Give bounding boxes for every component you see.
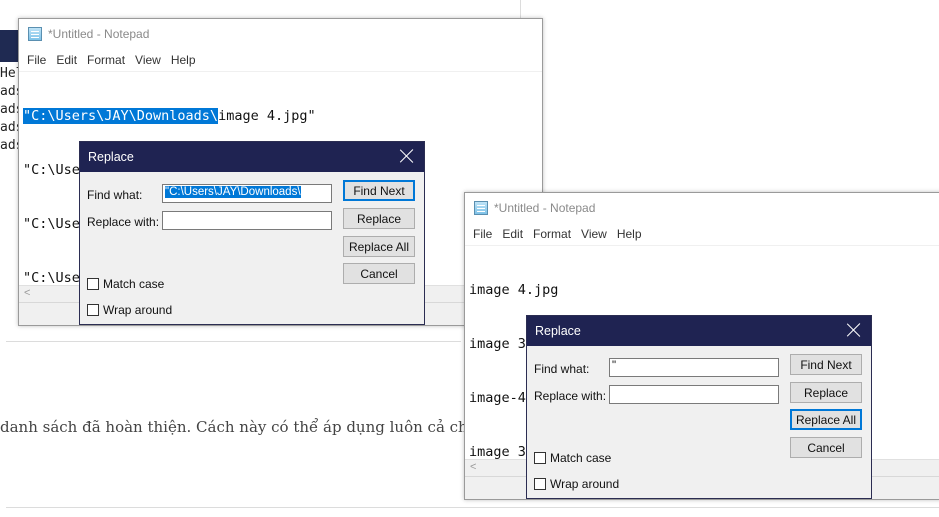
notepad-icon	[474, 201, 488, 215]
find-what-input[interactable]: "	[609, 358, 779, 377]
find-next-button[interactable]: Find Next	[790, 354, 862, 375]
menu-edit[interactable]: Edit	[499, 227, 530, 241]
find-what-input[interactable]: "C:\Users\JAY\Downloads\	[162, 184, 332, 203]
replace-with-label: Replace with:	[534, 389, 607, 403]
notepad-icon	[28, 27, 42, 41]
right-replace-dialog: Replace Find what: " Replace with: Find …	[526, 315, 872, 499]
replace-with-label: Replace with:	[87, 215, 160, 229]
checkbox-box[interactable]	[534, 478, 546, 490]
bg-separator	[6, 341, 461, 342]
menu-help[interactable]: Help	[168, 53, 203, 67]
article-text: danh sách đã hoàn thiện. Cách này có thể…	[0, 418, 517, 436]
menu-edit[interactable]: Edit	[53, 53, 84, 67]
menu-view[interactable]: View	[132, 53, 168, 67]
wrap-around-checkbox[interactable]: Wrap around	[87, 303, 172, 317]
checkbox-box[interactable]	[87, 304, 99, 316]
checkbox-box[interactable]	[534, 452, 546, 464]
checkbox-box[interactable]	[87, 278, 99, 290]
window-title: *Untitled - Notepad	[48, 27, 150, 41]
left-notepad-titlebar[interactable]: *Untitled - Notepad	[19, 19, 542, 49]
scroll-left-arrow-icon[interactable]: <	[470, 461, 476, 473]
dialog-title: Replace	[535, 324, 581, 338]
dialog-title: Replace	[88, 150, 134, 164]
match-case-checkbox[interactable]: Match case	[534, 451, 611, 465]
bg-separator	[6, 507, 939, 508]
find-next-button[interactable]: Find Next	[343, 180, 415, 201]
menu-help[interactable]: Help	[614, 227, 649, 241]
replace-all-button[interactable]: Replace All	[790, 409, 862, 430]
scroll-left-arrow-icon[interactable]: <	[24, 287, 30, 299]
menu-format[interactable]: Format	[530, 227, 578, 241]
right-notepad-titlebar[interactable]: *Untitled - Notepad	[465, 193, 939, 223]
wrap-around-checkbox[interactable]: Wrap around	[534, 477, 619, 491]
bg-divider	[520, 0, 521, 18]
replace-all-button[interactable]: Replace All	[343, 236, 415, 257]
window-title: *Untitled - Notepad	[494, 201, 596, 215]
text-line: image 4.jpg	[469, 282, 559, 298]
close-icon[interactable]	[400, 149, 414, 163]
find-what-label: Find what:	[87, 188, 143, 202]
menu-file[interactable]: File	[24, 53, 53, 67]
right-notepad-menubar: File Edit Format View Help	[465, 223, 939, 246]
selected-text: "C:\Users\JAY\Downloads\	[23, 108, 219, 124]
match-case-checkbox[interactable]: Match case	[87, 277, 164, 291]
menu-file[interactable]: File	[470, 227, 499, 241]
left-replace-dialog: Replace Find what: "C:\Users\JAY\Downloa…	[79, 141, 425, 325]
find-what-label: Find what:	[534, 362, 590, 376]
find-what-value: "C:\Users\JAY\Downloads\	[165, 186, 301, 198]
replace-with-input[interactable]	[162, 211, 332, 230]
close-icon[interactable]	[847, 323, 861, 337]
bg-header-strip	[0, 30, 18, 62]
cancel-button[interactable]: Cancel	[343, 263, 415, 284]
replace-button[interactable]: Replace	[790, 382, 862, 403]
menu-view[interactable]: View	[578, 227, 614, 241]
dialog-titlebar[interactable]: Replace	[527, 316, 871, 346]
left-notepad-menubar: File Edit Format View Help	[19, 49, 542, 72]
menu-format[interactable]: Format	[84, 53, 132, 67]
replace-with-input[interactable]	[609, 385, 779, 404]
cancel-button[interactable]: Cancel	[790, 437, 862, 458]
replace-button[interactable]: Replace	[343, 208, 415, 229]
dialog-titlebar[interactable]: Replace	[80, 142, 424, 172]
text-line: "C:\Users\JAY\Downloads\image 4.jpg"	[23, 108, 316, 124]
